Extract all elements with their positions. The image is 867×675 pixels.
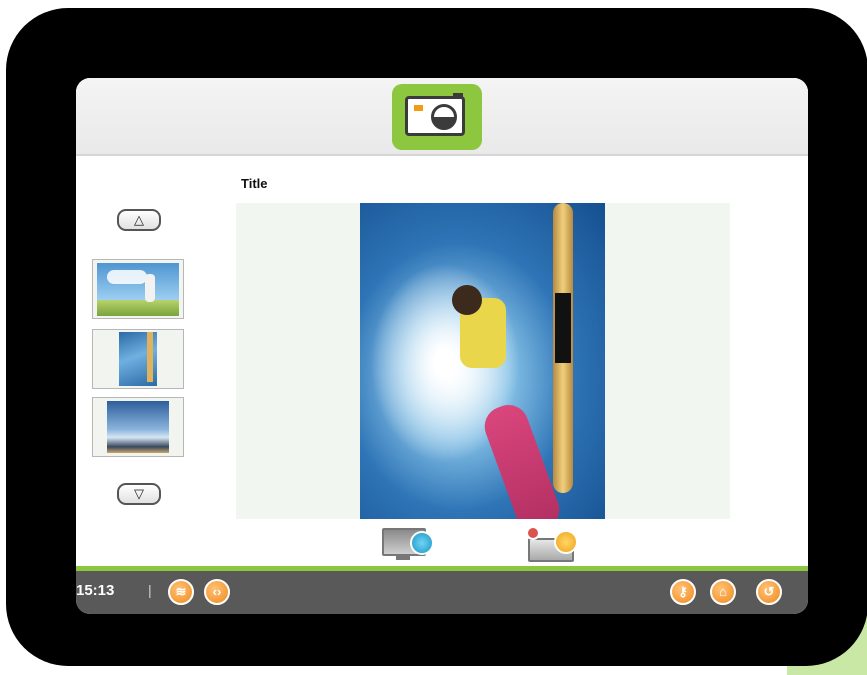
taskbar-separator: |: [148, 582, 152, 598]
clock: 15:13: [76, 582, 115, 599]
wifi-icon: ≋: [175, 584, 187, 599]
play-on-monitor-button[interactable]: [380, 524, 438, 564]
thumbnail-sky[interactable]: [92, 397, 184, 457]
camera-icon: [405, 93, 465, 136]
code-button[interactable]: ‹›: [204, 579, 230, 605]
back-icon: ↺: [763, 584, 775, 599]
gallery-title: Title: [241, 176, 268, 191]
thumbnail-windsurfer[interactable]: [92, 329, 184, 389]
taskbar: 15:13 | ≋ ‹› ⚷ ⌂ ↺: [76, 566, 808, 614]
home-button[interactable]: ⌂: [710, 579, 736, 605]
code-icon: ‹›: [212, 584, 222, 599]
thumbnail-field[interactable]: [92, 259, 184, 319]
device-screen: Title △ ▽ 15:13 | ≋ ‹› ⚷ ⌂ ↺: [76, 78, 808, 614]
scroll-down-button[interactable]: ▽: [117, 483, 161, 505]
home-icon: ⌂: [719, 584, 727, 599]
main-image-windsurfer: [360, 203, 605, 519]
key-icon: ⚷: [678, 584, 688, 599]
key-button[interactable]: ⚷: [670, 579, 696, 605]
main-image-frame: [236, 203, 730, 519]
scroll-up-button[interactable]: △: [117, 209, 161, 231]
camera-app-button[interactable]: [392, 84, 482, 150]
share-network-button[interactable]: [524, 524, 582, 564]
wifi-button[interactable]: ≋: [168, 579, 194, 605]
header-bar: [76, 78, 808, 156]
back-button[interactable]: ↺: [756, 579, 782, 605]
